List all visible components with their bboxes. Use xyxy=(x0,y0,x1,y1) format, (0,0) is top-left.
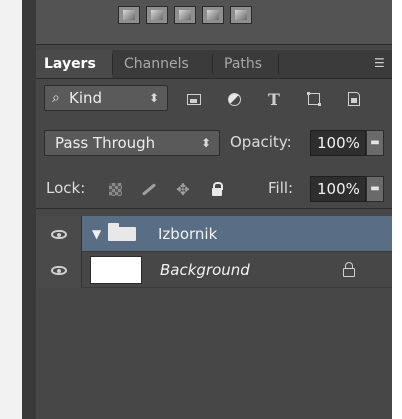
disclosure-triangle-icon[interactable]: ▼ xyxy=(92,226,101,242)
tool-preset-icon[interactable] xyxy=(174,6,196,24)
filter-kind-label: Kind xyxy=(69,89,103,107)
tab-divider xyxy=(212,54,213,74)
search-icon: ⌕ xyxy=(52,90,60,106)
opacity-input[interactable]: 100% xyxy=(310,130,366,156)
blend-row: Pass Through ⬍ Opacity: 100% ▬ xyxy=(36,124,392,162)
tab-channels[interactable]: Channels xyxy=(116,50,212,78)
layer-row-group[interactable]: ▼ Izbornik xyxy=(36,216,392,252)
chevron-updown-icon: ⬍ xyxy=(148,91,159,105)
lock-position-icon[interactable]: ✥ xyxy=(172,178,194,200)
lock-icon xyxy=(342,262,356,278)
lock-image-pixels-icon[interactable] xyxy=(138,178,160,200)
layers-list: ▼ Izbornik Background xyxy=(36,212,392,419)
lock-row: Lock: ✥ Fill: 100% ▬ xyxy=(36,170,392,209)
eye-icon xyxy=(50,229,67,239)
top-toolbar-icons xyxy=(118,6,252,24)
tab-divider xyxy=(278,54,279,74)
chevron-updown-icon: ⬍ xyxy=(200,136,211,150)
lock-all-icon[interactable] xyxy=(206,178,228,200)
layer-name: Izbornik xyxy=(158,225,218,243)
shape-filter-icon[interactable] xyxy=(302,88,326,110)
layer-row-background[interactable]: Background xyxy=(36,252,392,288)
filter-icons: T xyxy=(182,88,386,110)
layer-thumbnail xyxy=(90,256,142,284)
tool-preset-icon[interactable] xyxy=(118,6,140,24)
tool-preset-icon[interactable] xyxy=(230,6,252,24)
filter-kind-select[interactable]: ⌕ Kind ⬍ xyxy=(44,85,168,111)
lock-label: Lock: xyxy=(46,179,86,197)
visibility-toggle[interactable] xyxy=(36,216,82,252)
opacity-dropdown-button[interactable]: ▬ xyxy=(366,130,384,156)
lock-icons: ✥ xyxy=(100,178,230,200)
screenshot-root: Layers Channels Paths ☰ ⌕ Kind ⬍ T Pass … xyxy=(0,0,402,419)
folder-icon xyxy=(108,223,136,241)
tab-layers[interactable]: Layers xyxy=(36,50,112,78)
tool-preset-icon[interactable] xyxy=(202,6,224,24)
fill-input[interactable]: 100% xyxy=(310,176,366,202)
type-filter-icon[interactable]: T xyxy=(262,88,286,110)
visibility-toggle[interactable] xyxy=(36,252,82,288)
image-filter-icon[interactable] xyxy=(182,88,206,110)
fill-label: Fill: xyxy=(268,179,294,197)
panel-menu-icon[interactable]: ☰ xyxy=(374,56,388,70)
blend-mode-value: Pass Through xyxy=(55,134,156,152)
opacity-label: Opacity: xyxy=(230,133,292,151)
panel-edge xyxy=(22,0,36,419)
lock-transparent-pixels-icon[interactable] xyxy=(104,178,126,200)
fill-dropdown-button[interactable]: ▬ xyxy=(366,176,384,202)
filter-row: ⌕ Kind ⬍ T xyxy=(36,82,392,116)
tab-paths[interactable]: Paths xyxy=(216,50,278,78)
top-toolbar-strip xyxy=(36,0,392,45)
adjustment-filter-icon[interactable] xyxy=(222,88,246,110)
right-margin xyxy=(392,0,402,419)
eye-icon xyxy=(50,265,67,275)
blend-mode-select[interactable]: Pass Through ⬍ xyxy=(44,130,220,156)
layer-name: Background xyxy=(160,261,250,279)
tool-preset-icon[interactable] xyxy=(146,6,168,24)
left-margin xyxy=(0,0,22,419)
panel-tab-bar: Layers Channels Paths ☰ xyxy=(36,50,392,79)
tab-divider xyxy=(112,54,113,74)
smart-object-filter-icon[interactable] xyxy=(342,88,366,110)
layers-panel: Layers Channels Paths ☰ ⌕ Kind ⬍ T Pass … xyxy=(36,0,392,419)
